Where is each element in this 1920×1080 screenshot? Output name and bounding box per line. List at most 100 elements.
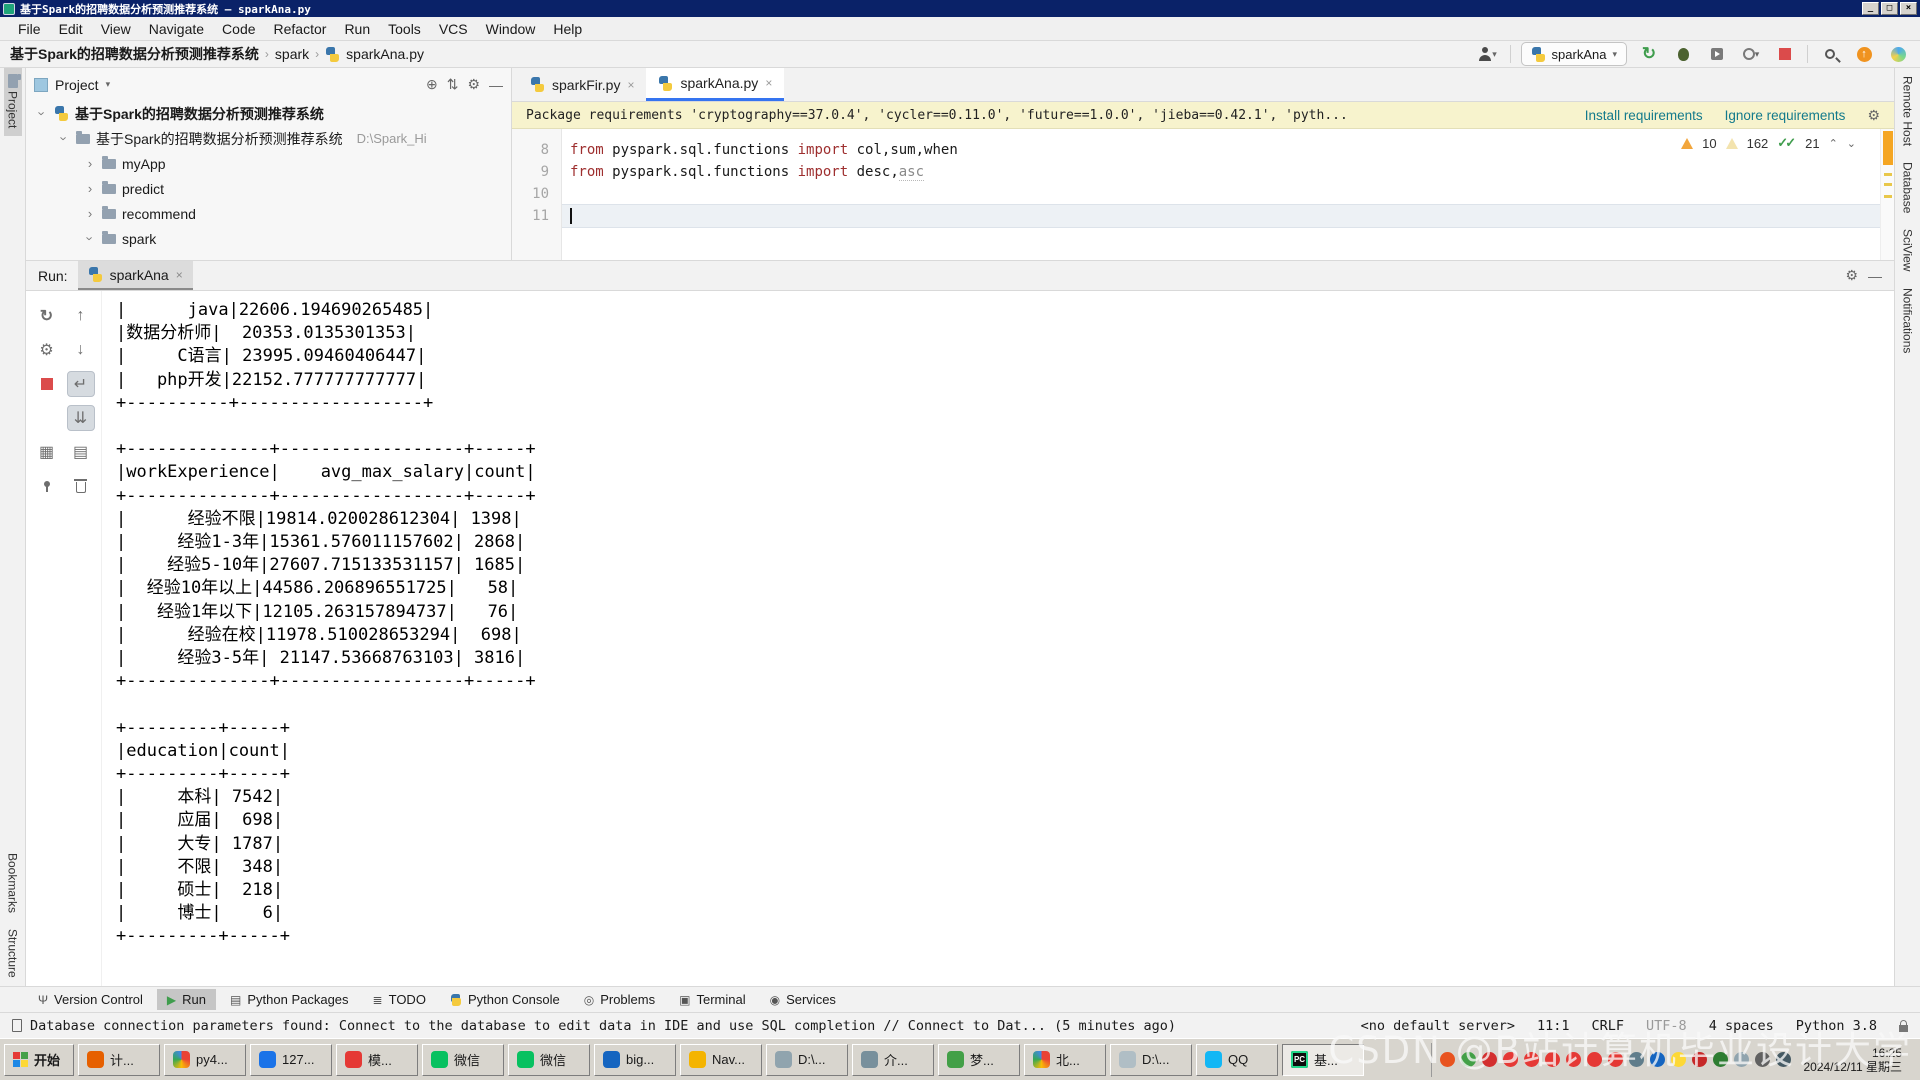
close-tab-icon[interactable]: × — [176, 268, 183, 282]
tray-icon[interactable] — [1524, 1052, 1539, 1067]
close-tab-icon[interactable]: × — [765, 76, 772, 90]
menu-code[interactable]: Code — [214, 18, 263, 40]
tab-sparkfir[interactable]: sparkFir.py × — [518, 68, 646, 101]
tool-tab-sciview[interactable]: SciView — [1899, 221, 1917, 279]
update-button[interactable]: ↑ — [1852, 43, 1876, 65]
menu-edit[interactable]: Edit — [51, 18, 91, 40]
taskbar-item[interactable]: 介... — [852, 1044, 934, 1076]
tray-icon[interactable] — [1503, 1052, 1518, 1067]
tray-icon[interactable] — [1566, 1052, 1581, 1067]
status-interpreter[interactable]: Python 3.8 — [1796, 1018, 1877, 1034]
hide-panel-icon[interactable]: — — [489, 77, 503, 93]
inspections-widget[interactable]: 10 162 ✓✓ 21 ⌃ ⌄ — [1681, 135, 1856, 151]
taskbar-item[interactable]: D:\... — [766, 1044, 848, 1076]
tool-services[interactable]: ◉Services — [760, 989, 846, 1010]
event-log-icon[interactable] — [12, 1019, 22, 1032]
run-configuration-select[interactable]: sparkAna ▾ — [1521, 42, 1627, 66]
tool-version-control[interactable]: ΨVersion Control — [28, 989, 153, 1010]
taskbar-item-wechat[interactable]: 微信 — [508, 1044, 590, 1076]
taskbar-item[interactable]: 模... — [336, 1044, 418, 1076]
tree-item-folder[interactable]: › 基于Spark的招聘数据分析预测推荐系统 D:\Spark_Hi — [26, 126, 511, 151]
breadcrumb-project[interactable]: 基于Spark的招聘数据分析预测推荐系统 — [10, 44, 259, 64]
chevron-icon[interactable]: › — [83, 233, 98, 245]
taskbar-item-wechat[interactable]: 微信 — [422, 1044, 504, 1076]
console-output[interactable]: | java|22606.194690265485| |数据分析师| 20353… — [102, 291, 1894, 986]
breadcrumb-folder[interactable]: spark — [275, 46, 309, 62]
tray-icon[interactable] — [1692, 1052, 1707, 1067]
code-column[interactable]: from pyspark.sql.functions import col,su… — [562, 129, 1880, 260]
status-indent[interactable]: 4 spaces — [1709, 1018, 1774, 1034]
tool-tab-database[interactable]: Database — [1899, 154, 1917, 221]
run-button[interactable]: ↻ — [1637, 43, 1661, 65]
tree-item-spark[interactable]: › spark — [26, 226, 511, 251]
tool-python-console[interactable]: Python Console — [440, 989, 570, 1010]
taskbar-item[interactable]: 127... — [250, 1044, 332, 1076]
tree-item-predict[interactable]: › predict — [26, 176, 511, 201]
clear-console-button[interactable] — [67, 469, 95, 503]
locate-file-icon[interactable]: ⊕ — [426, 76, 438, 93]
breadcrumb-file[interactable]: sparkAna.py — [346, 46, 424, 62]
project-panel-title[interactable]: Project — [55, 77, 99, 93]
menu-file[interactable]: File — [10, 18, 49, 40]
minimize-button[interactable]: _ — [1862, 2, 1879, 15]
menu-window[interactable]: Window — [478, 18, 544, 40]
line-number[interactable]: 8 — [512, 139, 549, 161]
status-message[interactable]: Database connection parameters found: Co… — [30, 1018, 1176, 1034]
taskbar-item[interactable]: 梦... — [938, 1044, 1020, 1076]
datasource-user-icon[interactable]: ▾ — [1476, 43, 1500, 65]
tool-todo[interactable]: ≣TODO — [363, 989, 436, 1010]
maximize-button[interactable]: □ — [1881, 2, 1898, 15]
taskbar-clock[interactable]: 16:25 2024/12/11 星期三 — [1797, 1046, 1908, 1074]
tree-item-myapp[interactable]: › myApp — [26, 151, 511, 176]
tool-tab-project[interactable]: Project — [4, 68, 22, 136]
stop-button[interactable] — [33, 367, 61, 401]
tool-problems[interactable]: ◎Problems — [574, 989, 665, 1010]
menu-refactor[interactable]: Refactor — [266, 18, 335, 40]
lock-icon[interactable] — [1899, 1025, 1908, 1032]
menu-navigate[interactable]: Navigate — [141, 18, 212, 40]
coverage-button[interactable] — [1705, 43, 1729, 65]
expand-all-icon[interactable]: ⇅ — [447, 76, 459, 93]
tool-tab-notifications[interactable]: Notifications — [1899, 280, 1917, 361]
chevron-icon[interactable]: › — [84, 206, 96, 221]
rerun-button[interactable]: ↻ — [33, 299, 61, 333]
tray-icon[interactable] — [1671, 1052, 1686, 1067]
tree-item-root[interactable]: › 基于Spark的招聘数据分析预测推荐系统 — [26, 101, 511, 126]
tray-icon[interactable] — [1587, 1052, 1602, 1067]
tray-icon[interactable] — [1776, 1052, 1791, 1067]
line-number[interactable]: 9 — [512, 161, 549, 183]
tray-icon[interactable] — [1650, 1052, 1665, 1067]
tool-tab-remote-host[interactable]: Remote Host — [1899, 68, 1917, 154]
start-button[interactable]: 开始 — [4, 1044, 74, 1076]
chevron-icon[interactable]: › — [84, 156, 96, 171]
status-encoding[interactable]: UTF-8 — [1646, 1018, 1687, 1034]
profiler-button[interactable]: ▾ — [1739, 43, 1763, 65]
tab-sparkana[interactable]: sparkAna.py × — [646, 68, 784, 101]
menu-vcs[interactable]: VCS — [431, 18, 476, 40]
gear-icon[interactable]: ⚙ — [1867, 107, 1880, 124]
tree-item-recommend[interactable]: › recommend — [26, 201, 511, 226]
tray-icon[interactable] — [1545, 1052, 1560, 1067]
pin-tab-button[interactable] — [33, 469, 61, 503]
taskbar-item[interactable]: 计... — [78, 1044, 160, 1076]
down-stacktrace-icon[interactable]: ↓ — [67, 333, 95, 367]
ignore-requirements-link[interactable]: Ignore requirements — [1725, 108, 1846, 123]
status-line-ending[interactable]: CRLF — [1592, 1018, 1625, 1034]
chevron-down-icon[interactable]: ▾ — [106, 79, 111, 90]
menu-help[interactable]: Help — [545, 18, 590, 40]
modify-run-config-icon[interactable]: ⚙ — [33, 333, 61, 367]
print-icon[interactable]: ▤ — [67, 435, 95, 469]
taskbar-item[interactable]: py4... — [164, 1044, 246, 1076]
taskbar-item[interactable]: 北... — [1024, 1044, 1106, 1076]
line-number[interactable]: 10 — [512, 183, 549, 205]
up-stacktrace-icon[interactable]: ↑ — [67, 299, 95, 333]
menu-view[interactable]: View — [93, 18, 139, 40]
tray-icon[interactable] — [1629, 1052, 1644, 1067]
menu-run[interactable]: Run — [336, 18, 378, 40]
chevron-icon[interactable]: › — [84, 181, 96, 196]
tray-icon[interactable] — [1713, 1052, 1728, 1067]
close-button[interactable]: × — [1900, 2, 1917, 15]
search-everywhere-button[interactable] — [1818, 43, 1842, 65]
menu-tools[interactable]: Tools — [380, 18, 429, 40]
status-db-server[interactable]: <no default server> — [1361, 1018, 1515, 1034]
